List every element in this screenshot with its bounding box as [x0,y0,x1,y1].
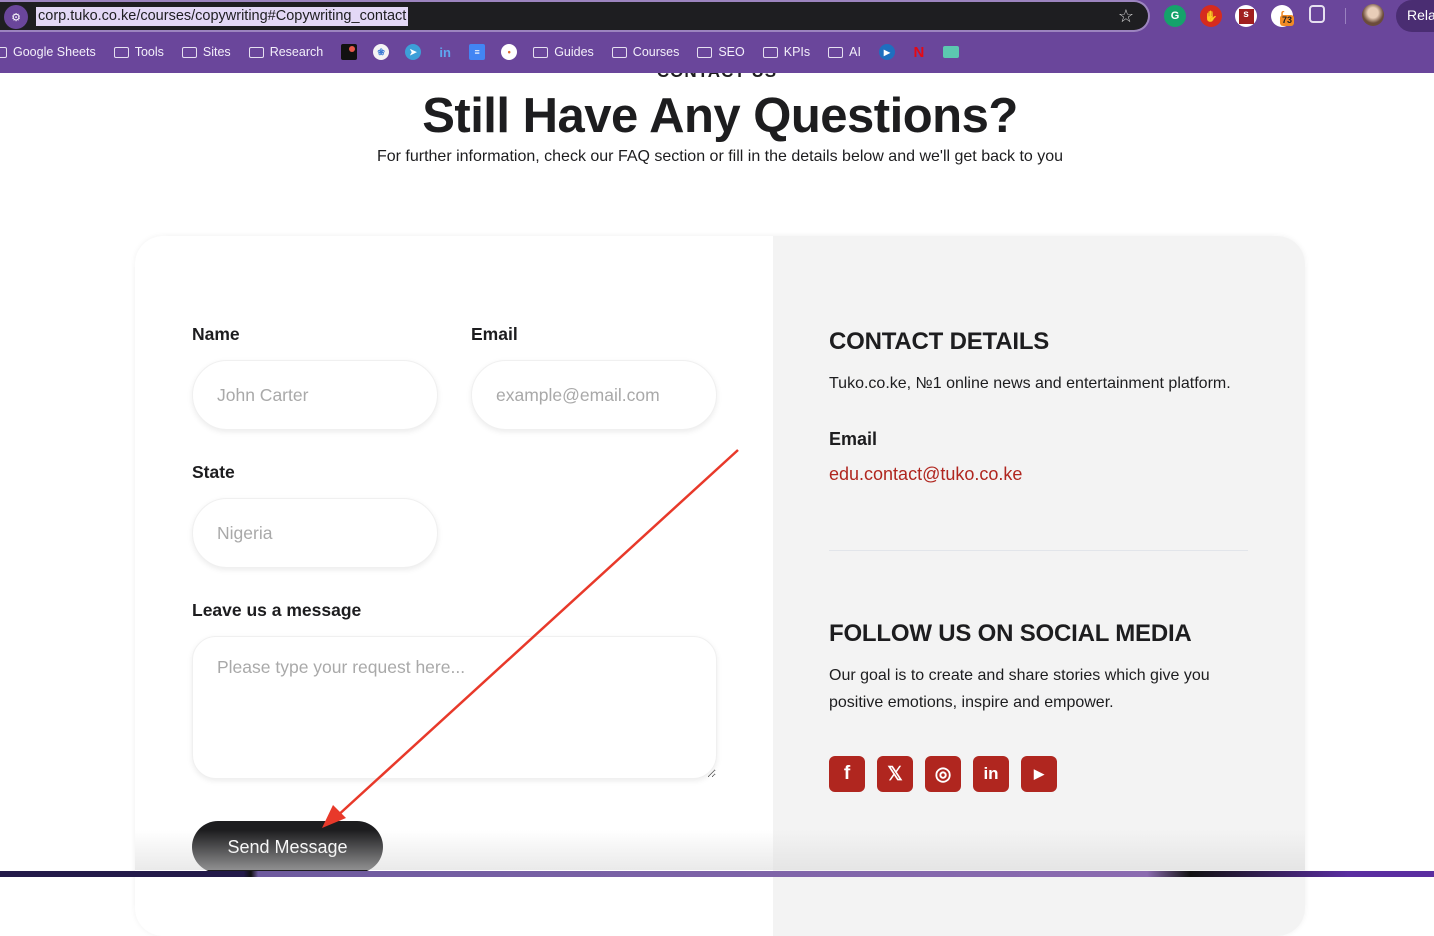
folder-icon [0,46,7,58]
telegram-icon[interactable]: ➤ [405,44,422,60]
email-label: Email [471,324,518,344]
s-extension-icon[interactable]: s [1235,5,1257,27]
relaunch-button[interactable]: Rela [1396,0,1434,32]
folder-icon [697,46,713,58]
contact-details-heading: CONTACT DETAILS [829,328,1050,355]
instagram-icon[interactable]: ◎ [925,756,961,792]
send-message-button[interactable]: Send Message [192,821,383,873]
youtube-icon[interactable]: ▶ [1021,756,1057,792]
bookmark-google-sheets[interactable]: Google Sheets [0,45,96,59]
profile-avatar[interactable] [1362,4,1384,26]
toolbar-separator [1345,8,1346,24]
browser-chrome: ⚙ corp.tuko.co.ke/courses/copywriting#Co… [0,0,1434,73]
folder-icon [248,46,264,58]
bookmark-research[interactable]: Research [248,45,323,59]
bookmarks-bar: Google Sheets Tools Sites Research ❀ ➤ i… [0,40,975,64]
x-twitter-icon[interactable]: 𝕏 [877,756,913,792]
folder-icon [533,46,549,58]
bookmark-courses[interactable]: Courses [611,45,679,59]
social-description: Our goal is to create and share stories … [829,667,1210,711]
play-icon[interactable]: ▶ [878,44,895,60]
netflix-icon[interactable]: N [911,44,927,61]
site-settings-icon[interactable]: ⚙ [4,5,28,29]
social-heading: FOLLOW US ON SOCIAL MEDIA [829,620,1192,647]
linkedin-icon[interactable]: in [973,756,1009,792]
name-label: Name [192,324,240,344]
message-textarea[interactable] [192,636,717,779]
bookmark-guides[interactable]: Guides [533,45,594,59]
folder-icon [113,46,129,58]
contact-details-panel: CONTACT DETAILS Tuko.co.ke, №1 online ne… [773,236,1305,936]
folder-icon [762,46,778,58]
contact-email-link[interactable]: edu.contact@tuko.co.ke [829,464,1022,485]
facebook-icon[interactable]: f [829,756,865,792]
email-input[interactable] [471,360,717,430]
circle-site-icon[interactable]: • [501,44,518,60]
notion-style-icon[interactable] [341,44,358,60]
contact-email-label: Email [829,429,878,449]
extension-badge: 73 [1280,15,1295,26]
bookmark-tools[interactable]: Tools [113,45,164,59]
bookmark-seo[interactable]: SEO [697,45,745,59]
bookmark-star-icon[interactable]: ☆ [1118,6,1134,27]
folder-icon [611,46,627,58]
linkedin-icon[interactable]: in [437,44,453,60]
state-label: State [192,462,235,482]
bookmark-kpis[interactable]: KPIs [762,45,810,59]
name-input[interactable] [192,360,438,430]
url-text[interactable]: corp.tuko.co.ke/courses/copywriting#Copy… [36,7,409,26]
section-divider [829,550,1248,551]
teal-m-icon[interactable] [942,46,959,58]
colorful-logo-icon[interactable]: ❀ [373,44,390,60]
address-bar[interactable]: ⚙ corp.tuko.co.ke/courses/copywriting#Co… [0,0,1150,32]
message-label: Leave us a message [192,600,362,620]
grammarly-icon[interactable]: G [1164,5,1186,27]
state-input[interactable] [192,498,438,568]
contact-description: Tuko.co.ke, №1 online news and entertain… [829,375,1231,392]
page-title: Still Have Any Questions? [422,89,1018,143]
os-dock-edge [0,871,1434,877]
adblock-icon[interactable]: ✋ [1200,5,1222,27]
contact-card: Name Email State Leave us a message Send… [135,236,1305,936]
social-links: f 𝕏 ◎ in ▶ [829,756,1057,792]
bookmark-ai[interactable]: AI [828,45,861,59]
folder-icon [181,46,197,58]
bookmark-sites[interactable]: Sites [181,45,231,59]
folder-icon [828,46,844,58]
google-docs-icon[interactable]: ≡ [469,44,486,60]
puzzle-extensions-icon[interactable] [1309,5,1325,23]
page-subtitle: For further information, check our FAQ s… [376,148,1064,165]
